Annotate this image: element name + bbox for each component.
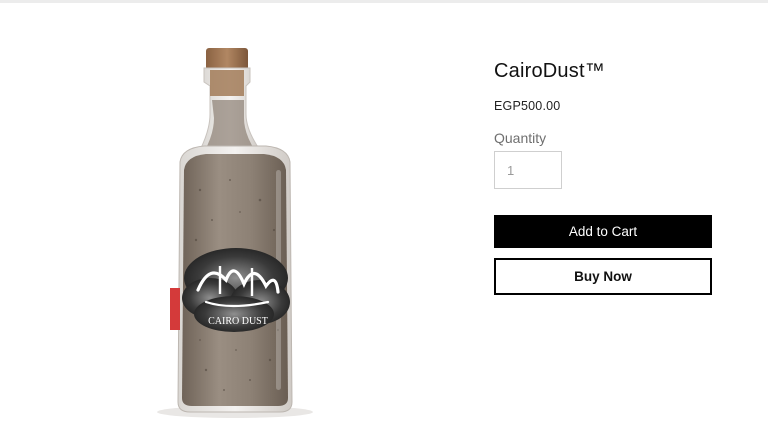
label-latin-text: CAIRO DUST xyxy=(208,316,268,327)
product-image[interactable]: CAIRO DUST xyxy=(140,40,330,425)
bottle-label: CAIRO DUST xyxy=(182,248,290,332)
buy-now-button[interactable]: Buy Now xyxy=(494,258,712,295)
cork xyxy=(206,48,248,70)
product-price: EGP500.00 xyxy=(494,99,561,113)
quantity-label: Quantity xyxy=(494,130,547,146)
product-title: CairoDust™ xyxy=(494,60,605,82)
product-details: CairoDust™ EGP500.00 Quantity Add to Car… xyxy=(494,60,714,295)
add-to-cart-button[interactable]: Add to Cart xyxy=(494,215,712,248)
sand-bottle-image: CAIRO DUST xyxy=(157,48,313,418)
side-tag xyxy=(170,288,180,330)
product-page: CAIRO DUST CairoDust™ EGP500.00 Quantity… xyxy=(0,0,768,432)
quantity-input[interactable] xyxy=(494,151,562,189)
header-divider xyxy=(0,0,768,3)
